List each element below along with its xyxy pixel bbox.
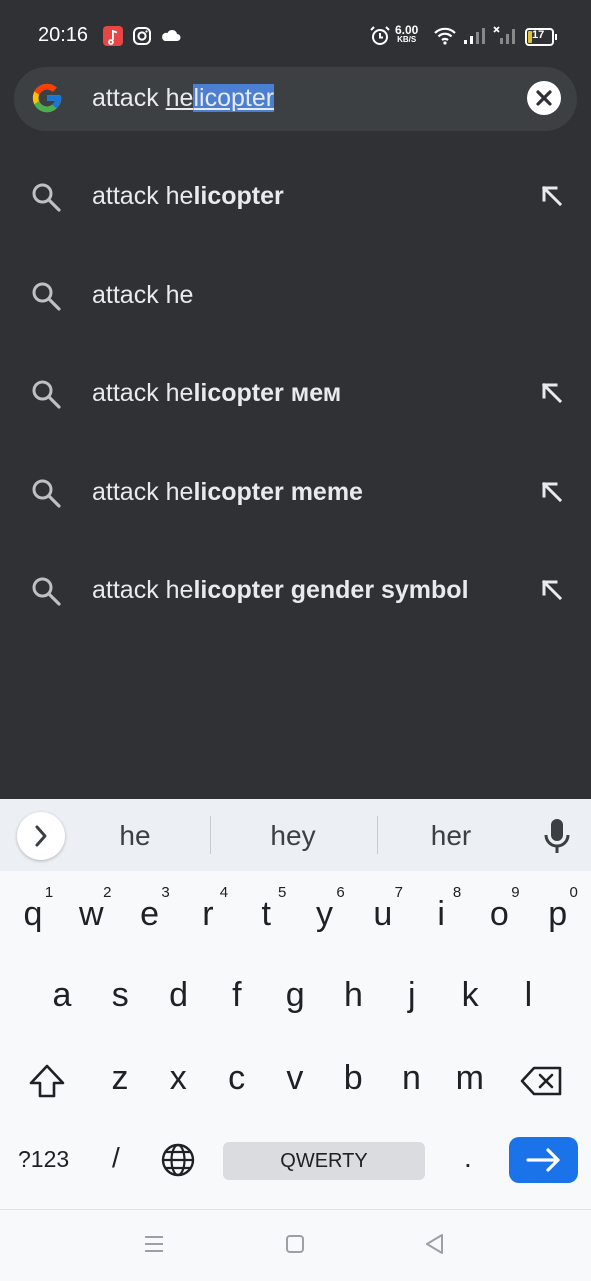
- clear-icon: [536, 90, 552, 106]
- key-k[interactable]: k: [442, 976, 498, 1015]
- signal-icon: [464, 28, 485, 44]
- search-icon: [32, 282, 61, 311]
- chevron-right-icon: [35, 825, 47, 847]
- key-z[interactable]: z: [92, 1059, 148, 1098]
- key-x[interactable]: x: [150, 1059, 206, 1098]
- suggestion-text: attack helicopter meme: [92, 478, 363, 507]
- key-hint: 3: [161, 884, 170, 901]
- word-suggestion[interactable]: hey: [233, 820, 353, 852]
- key-hint: 4: [219, 884, 229, 901]
- key-hint: 1: [44, 884, 54, 901]
- space-key[interactable]: QWERTY: [223, 1142, 425, 1180]
- search-icon: [32, 577, 61, 606]
- suggestion-item[interactable]: attack helicopter gender symbol: [0, 540, 591, 638]
- shift-key[interactable]: [27, 1063, 67, 1099]
- query-underlined: he: [165, 84, 194, 112]
- expand-toolbar-button[interactable]: [17, 812, 65, 860]
- mic-icon[interactable]: [541, 817, 573, 855]
- fill-query-arrow-icon[interactable]: [535, 475, 567, 507]
- key-j[interactable]: j: [384, 976, 440, 1015]
- suggestion-prefix: attack he: [92, 182, 194, 210]
- search-icon: [32, 479, 61, 508]
- globe-icon[interactable]: [160, 1142, 196, 1178]
- search-icon: [32, 380, 61, 409]
- key-v[interactable]: v: [267, 1059, 323, 1098]
- google-logo: [32, 83, 62, 113]
- clear-button[interactable]: [527, 81, 561, 115]
- battery-icon: 17: [525, 28, 557, 46]
- key-hint: 9: [511, 884, 520, 901]
- suggestion-item[interactable]: attack helicopter мем: [0, 343, 591, 441]
- period-key[interactable]: .: [464, 1142, 472, 1174]
- search-icon: [32, 183, 61, 212]
- suggestion-item[interactable]: attack helicopter meme: [0, 442, 591, 540]
- suggestion-completion: licopter meme: [193, 477, 363, 506]
- key-a[interactable]: a: [34, 976, 90, 1015]
- key-g[interactable]: g: [267, 976, 323, 1015]
- key-d[interactable]: d: [151, 976, 207, 1015]
- search-bar[interactable]: attack helicopter: [14, 67, 577, 131]
- key-hint: 6: [336, 884, 345, 901]
- cloud-icon: [162, 29, 181, 41]
- key-hint: 7: [394, 884, 403, 901]
- keyboard-suggestion-bar: he hey her: [0, 799, 591, 871]
- query-plain: attack: [92, 84, 166, 112]
- back-icon[interactable]: [424, 1233, 446, 1255]
- speed-value: 6.00: [395, 23, 419, 37]
- suggestion-completion: licopter: [193, 182, 284, 210]
- keyboard: he hey her q1w2e3r4t5y6u7i8o9p0 asdfghjk…: [0, 799, 591, 1209]
- enter-key[interactable]: [509, 1137, 578, 1183]
- fill-query-arrow-icon[interactable]: [535, 179, 567, 211]
- menu-icon[interactable]: [143, 1234, 165, 1254]
- suggestion-completion: licopter gender symbol: [193, 576, 469, 604]
- symbols-key[interactable]: ?123: [18, 1146, 69, 1173]
- search-input[interactable]: attack helicopter: [92, 84, 275, 113]
- suggestion-prefix: attack he: [92, 379, 194, 407]
- suggestion-completion: licopter мем: [193, 379, 342, 407]
- suggestion-text: attack he: [92, 281, 193, 310]
- key-b[interactable]: b: [325, 1059, 381, 1098]
- key-hint: 8: [452, 884, 462, 901]
- arrow-right-icon: [526, 1148, 560, 1172]
- battery-level: 17: [532, 29, 545, 41]
- wifi-icon: [434, 27, 456, 45]
- suggestion-item[interactable]: attack he: [0, 245, 591, 343]
- key-h[interactable]: h: [326, 976, 382, 1015]
- suggestion-text: attack helicopter: [92, 182, 284, 211]
- backspace-key[interactable]: [520, 1065, 564, 1097]
- suggestion-prefix: attack he: [92, 576, 194, 604]
- key-s[interactable]: s: [92, 976, 148, 1015]
- home-icon[interactable]: [285, 1234, 305, 1254]
- key-m[interactable]: m: [442, 1059, 498, 1098]
- signal-x-icon: [493, 26, 515, 44]
- key-l[interactable]: l: [500, 976, 556, 1015]
- key-hint: 5: [278, 884, 287, 901]
- suggestion-prefix: attack he: [92, 477, 194, 506]
- clock: 20:16: [38, 24, 89, 46]
- network-speed: 6.00 KB/S: [395, 23, 419, 44]
- word-suggestion[interactable]: he: [75, 820, 195, 852]
- suggestion-item[interactable]: attack helicopter: [0, 146, 591, 244]
- divider: [210, 816, 211, 854]
- music-icon: [103, 26, 123, 46]
- key-c[interactable]: c: [209, 1059, 265, 1098]
- key-hint: 0: [569, 884, 578, 901]
- status-bar: 20:16 6.00 KB/S 17: [0, 0, 591, 68]
- suggestion-prefix: attack he: [92, 280, 194, 309]
- slash-key[interactable]: /: [112, 1142, 120, 1174]
- suggestion-text: attack helicopter gender symbol: [92, 576, 469, 605]
- navigation-bar: [0, 1209, 591, 1281]
- fill-query-arrow-icon[interactable]: [535, 573, 567, 605]
- suggestion-text: attack helicopter мем: [92, 379, 341, 408]
- fill-query-arrow-icon[interactable]: [535, 376, 567, 408]
- query-selected: licopter: [193, 84, 275, 112]
- word-suggestion[interactable]: her: [391, 820, 511, 852]
- divider: [377, 816, 378, 854]
- key-n[interactable]: n: [384, 1059, 440, 1098]
- key-f[interactable]: f: [209, 976, 265, 1015]
- alarm-icon: [370, 26, 390, 45]
- key-hint: 2: [103, 884, 112, 901]
- instagram-icon: [133, 27, 151, 45]
- speed-unit: KB/S: [397, 35, 417, 44]
